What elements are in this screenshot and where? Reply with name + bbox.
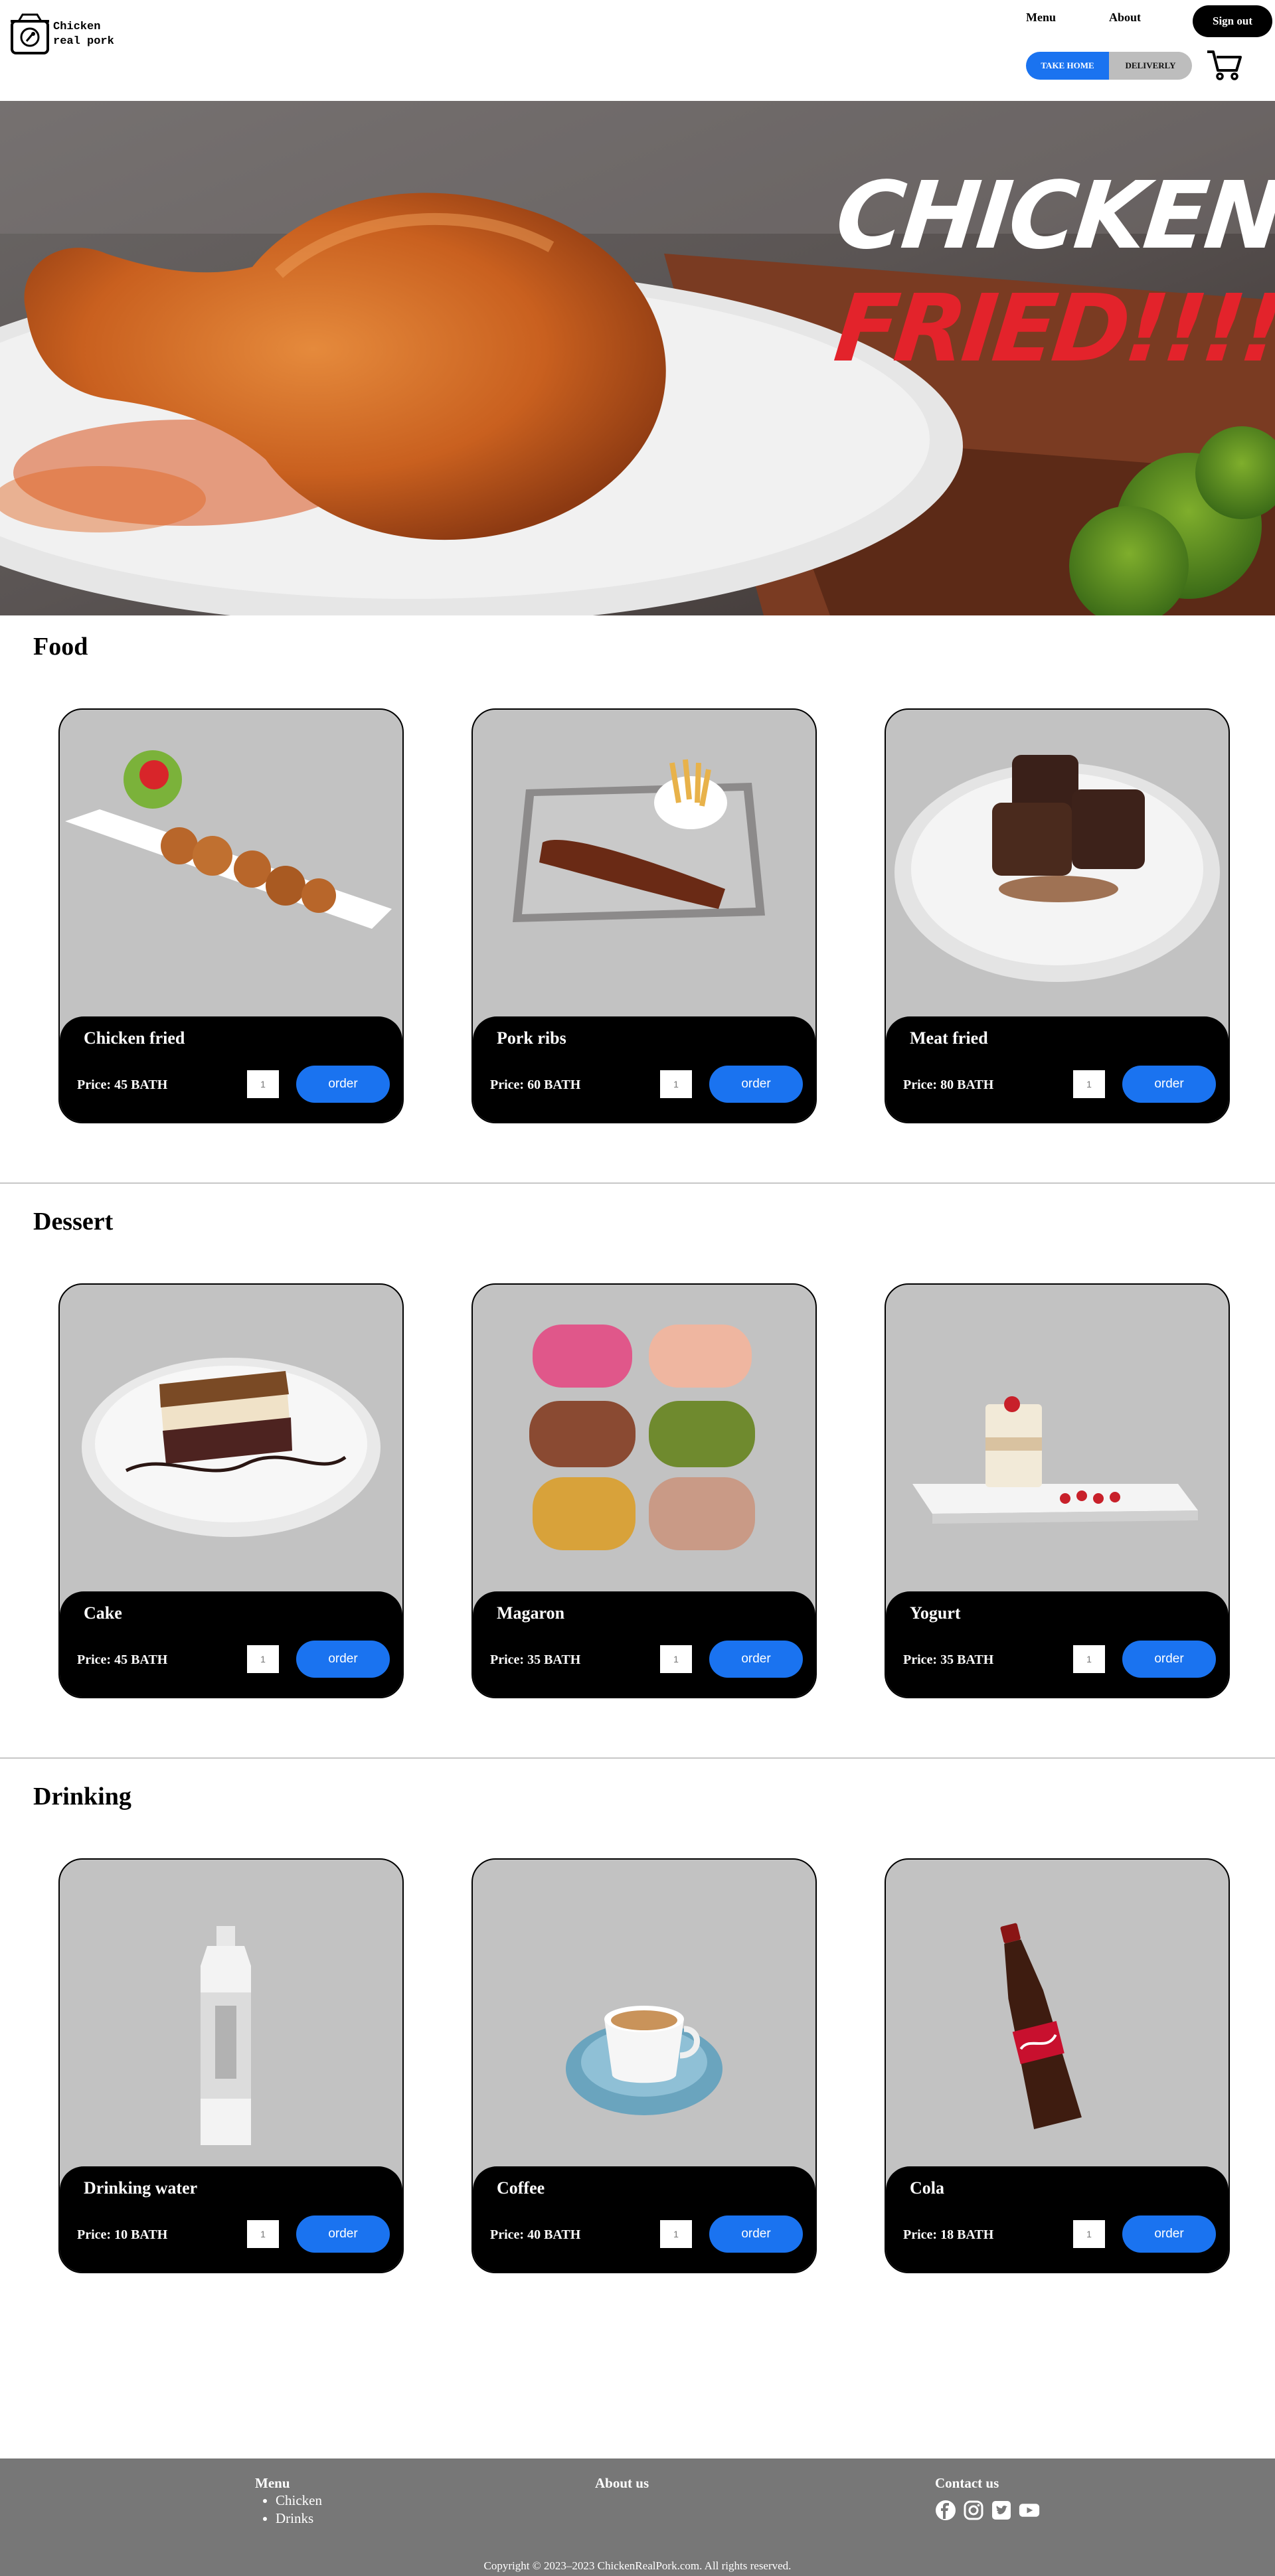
order-button[interactable]: order	[1122, 2215, 1216, 2253]
cart-icon[interactable]	[1206, 48, 1243, 81]
card-info-panel: Cake Price: 45 BATH order	[60, 1591, 402, 1697]
logo-text: Chicken real pork	[53, 21, 114, 48]
product-price: Price: 60 BATH	[490, 1078, 581, 1092]
product-price: Price: 10 BATH	[77, 2227, 168, 2242]
hero-title-line1: CHICKEN	[831, 162, 1275, 270]
hero-banner: CHICKEN FRIED!!!!!!!!	[0, 101, 1275, 615]
product-card-cola: Cola Price: 18 BATH order	[885, 1858, 1230, 2273]
quantity-input[interactable]	[1073, 1070, 1105, 1098]
cake-image	[82, 1358, 381, 1537]
order-button[interactable]: order	[296, 1066, 390, 1103]
order-button[interactable]: order	[709, 1641, 803, 1678]
facebook-icon[interactable]	[935, 2500, 956, 2521]
take-home-option[interactable]: TAKE HOME	[1026, 52, 1109, 80]
coffee-image	[566, 2006, 722, 2115]
order-button[interactable]: order	[1122, 1066, 1216, 1103]
section-divider	[0, 1182, 1275, 1184]
pot-icon	[11, 13, 49, 54]
product-name: Chicken fried	[84, 1028, 185, 1048]
chicken-fried-image	[65, 750, 392, 929]
copyright-text: Copyright © 2023–2023 ChickenRealPork.co…	[483, 2559, 792, 2572]
product-price: Price: 45 BATH	[77, 1078, 168, 1092]
product-name: Coffee	[497, 2178, 545, 2198]
product-price: Price: 40 BATH	[490, 2227, 581, 2242]
order-mode-toggle: TAKE HOME DELIVERLY	[1026, 52, 1192, 80]
delivery-option[interactable]: DELIVERLY	[1109, 52, 1192, 80]
section-title-food: Food	[33, 633, 88, 661]
footer-menu-item-drinks[interactable]: Drinks	[276, 2510, 322, 2528]
footer-menu-item-chicken[interactable]: Chicken	[276, 2492, 322, 2510]
nav-menu-link[interactable]: Menu	[1026, 11, 1056, 25]
product-price: Price: 80 BATH	[903, 1078, 994, 1092]
product-card-coffee: Coffee Price: 40 BATH order	[471, 1858, 817, 2273]
site-footer: Menu Chicken Drinks About us Contact us …	[0, 2458, 1275, 2576]
footer-menu-title: Menu	[255, 2475, 290, 2491]
pork-ribs-image	[513, 759, 765, 922]
product-card-chicken-fried: Chicken fried Price: 45 BATH order	[58, 708, 404, 1123]
quantity-input[interactable]	[1073, 1645, 1105, 1673]
card-info-panel: Yogurt Price: 35 BATH order	[886, 1591, 1229, 1697]
logo[interactable]: Chicken real pork	[9, 9, 135, 56]
product-name: Cake	[84, 1603, 122, 1623]
card-info-panel: Chicken fried Price: 45 BATH order	[60, 1016, 402, 1122]
product-name: Meat fried	[910, 1028, 988, 1048]
quantity-input[interactable]	[660, 1645, 692, 1673]
youtube-icon[interactable]	[1019, 2500, 1040, 2521]
quantity-input[interactable]	[247, 1645, 279, 1673]
drinking-water-image	[201, 1926, 251, 2145]
order-button[interactable]: order	[296, 2215, 390, 2253]
order-button[interactable]: order	[709, 1066, 803, 1103]
product-card-drinking-water: Drinking water Price: 10 BATH order	[58, 1858, 404, 2273]
card-info-panel: Meat fried Price: 80 BATH order	[886, 1016, 1229, 1122]
nav-about-link[interactable]: About	[1109, 11, 1141, 25]
meat-fried-image	[894, 755, 1220, 982]
card-info-panel: Coffee Price: 40 BATH order	[473, 2166, 815, 2272]
card-info-panel: Magaron Price: 35 BATH order	[473, 1591, 815, 1697]
card-info-panel: Drinking water Price: 10 BATH order	[60, 2166, 402, 2272]
order-button[interactable]: order	[1122, 1641, 1216, 1678]
order-button[interactable]: order	[709, 2215, 803, 2253]
product-price: Price: 45 BATH	[77, 1652, 168, 1667]
instagram-icon[interactable]	[963, 2500, 984, 2521]
product-card-magaron: Magaron Price: 35 BATH order	[471, 1283, 817, 1698]
product-card-meat-fried: Meat fried Price: 80 BATH order	[885, 708, 1230, 1123]
site-header: Chicken real pork Menu About Sign out TA…	[0, 0, 1275, 101]
quantity-input[interactable]	[247, 1070, 279, 1098]
product-price: Price: 35 BATH	[490, 1652, 581, 1667]
card-info-panel: Cola Price: 18 BATH order	[886, 2166, 1229, 2272]
section-divider	[0, 1757, 1275, 1759]
quantity-input[interactable]	[660, 2220, 692, 2248]
quantity-input[interactable]	[660, 1070, 692, 1098]
social-links	[935, 2500, 1040, 2521]
section-title-drinking: Drinking	[33, 1783, 131, 1811]
quantity-input[interactable]	[247, 2220, 279, 2248]
quantity-input[interactable]	[1073, 2220, 1105, 2248]
product-name: Cola	[910, 2178, 944, 2198]
product-card-pork-ribs: Pork ribs Price: 60 BATH order	[471, 708, 817, 1123]
footer-menu-list: Chicken Drinks	[255, 2492, 322, 2528]
product-name: Drinking water	[84, 2178, 198, 2198]
product-name: Yogurt	[910, 1603, 961, 1623]
sign-out-button[interactable]: Sign out	[1193, 5, 1272, 37]
twitter-icon[interactable]	[991, 2500, 1012, 2521]
product-card-yogurt: Yogurt Price: 35 BATH order	[885, 1283, 1230, 1698]
footer-contact-title: Contact us	[935, 2475, 999, 2491]
product-price: Price: 35 BATH	[903, 1652, 994, 1667]
magaron-image	[529, 1325, 755, 1550]
cola-image	[1000, 1923, 1082, 2130]
product-price: Price: 18 BATH	[903, 2227, 994, 2242]
product-name: Pork ribs	[497, 1028, 566, 1048]
product-name: Magaron	[497, 1603, 565, 1623]
section-title-dessert: Dessert	[33, 1208, 114, 1236]
order-button[interactable]: order	[296, 1641, 390, 1678]
card-info-panel: Pork ribs Price: 60 BATH order	[473, 1016, 815, 1122]
yogurt-image	[912, 1396, 1198, 1524]
product-card-cake: Cake Price: 45 BATH order	[58, 1283, 404, 1698]
footer-about-title[interactable]: About us	[595, 2475, 649, 2492]
hero-title-line2: FRIED!!!!!!!!	[829, 275, 1275, 383]
